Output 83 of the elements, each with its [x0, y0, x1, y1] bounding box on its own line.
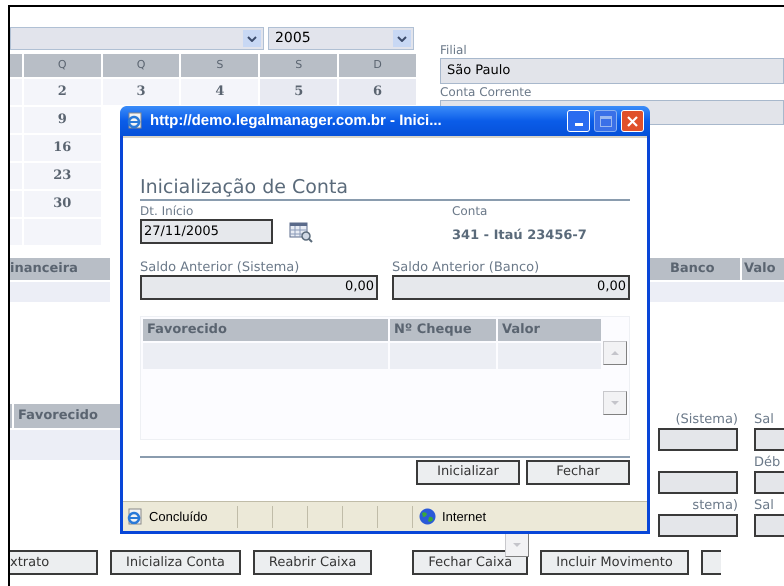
- scroll-up-button[interactable]: [603, 340, 627, 364]
- field-label: Sal: [754, 412, 774, 427]
- maximize-icon: [600, 116, 612, 126]
- balance-field[interactable]: [658, 471, 738, 494]
- calendar-day[interactable]: 9: [24, 107, 101, 133]
- select-value: 2005: [275, 29, 311, 48]
- weekday-header: S: [181, 54, 258, 77]
- dialog-button[interactable]: Inicializar: [416, 460, 520, 484]
- close-icon: [627, 116, 638, 126]
- zone-text: Internet: [442, 508, 486, 526]
- calendar-cell: [10, 107, 22, 133]
- triangle-up-icon: [610, 350, 620, 356]
- column-header: Nº Cheque: [390, 318, 496, 340]
- globe-icon: [419, 508, 436, 525]
- minimize-icon: [574, 123, 582, 126]
- column-header: Valo: [742, 258, 784, 280]
- account-value: 341 - Itaú 23456-7: [452, 227, 587, 245]
- weekday-header: S: [260, 54, 338, 77]
- calendar-day[interactable]: 2: [24, 79, 101, 105]
- balance-field[interactable]: 0,00: [392, 274, 630, 300]
- weekday-header: Q: [102, 54, 180, 77]
- calendar-day[interactable]: 16: [24, 135, 101, 161]
- browser-icon: [126, 112, 144, 130]
- calendar-cell: [10, 191, 22, 217]
- column-header: Favorecido: [143, 318, 388, 340]
- balance-field[interactable]: [754, 471, 784, 494]
- browser-icon: [126, 508, 144, 526]
- calendar-day[interactable]: 4: [181, 79, 258, 105]
- balance-field[interactable]: [658, 428, 738, 451]
- action-button[interactable]: Incluir Movimento: [540, 550, 689, 575]
- field-label: Saldo Anterior (Sistema): [140, 260, 300, 274]
- close-button[interactable]: [621, 110, 644, 132]
- weekday-header: Q: [24, 54, 101, 77]
- field-label: Déb: [754, 455, 780, 470]
- triangle-down-icon: [610, 400, 620, 406]
- status-text: Concluído: [149, 508, 209, 526]
- field-label: Dt. Início: [140, 204, 194, 218]
- field-label: stema): [692, 498, 738, 514]
- calendar-day[interactable]: 5: [260, 79, 338, 105]
- weekday-header: D: [339, 54, 416, 77]
- column-header: Favorecido: [14, 404, 120, 428]
- calendar-day[interactable]: 23: [24, 163, 101, 189]
- scroll-down-button[interactable]: [603, 390, 627, 414]
- column-header: inanceira: [10, 258, 110, 280]
- balance-field[interactable]: [658, 514, 738, 537]
- dropdown-button[interactable]: [393, 30, 411, 47]
- header-cell: [10, 54, 22, 77]
- minimize-button[interactable]: [567, 110, 590, 132]
- action-button[interactable]: Inicializa Conta: [110, 550, 241, 575]
- column-header: Banco: [648, 258, 740, 280]
- calendar-search-icon[interactable]: [289, 220, 313, 242]
- calendar-cell: [10, 135, 22, 161]
- calendar-day[interactable]: 3: [102, 79, 180, 105]
- scroll-down-button[interactable]: [505, 533, 529, 557]
- dropdown-button[interactable]: [243, 30, 261, 47]
- calendar-day[interactable]: 6: [339, 79, 416, 105]
- field-label: (Sistema): [675, 412, 738, 428]
- triangle-down-icon: [512, 542, 522, 548]
- field-label: Conta Corrente: [440, 85, 532, 100]
- chevron-down-icon: [397, 36, 407, 42]
- action-button[interactable]: Reabrir Caixa: [252, 550, 372, 575]
- dialog-button[interactable]: Fechar: [526, 460, 630, 484]
- calendar-cell: [10, 79, 22, 105]
- chevron-down-icon: [247, 36, 257, 42]
- calendar-cell: [10, 163, 22, 189]
- balance-field[interactable]: [754, 514, 784, 537]
- calendar-cell: [10, 219, 22, 245]
- field-label: Saldo Anterior (Banco): [392, 260, 540, 274]
- action-button[interactable]: xtrato: [10, 550, 98, 575]
- field-label: Sal: [754, 498, 774, 513]
- action-button[interactable]: [700, 550, 721, 575]
- calendar-day[interactable]: 30: [24, 191, 101, 217]
- action-button[interactable]: Fechar Caixa: [412, 550, 528, 575]
- window-title: http://demo.legalmanager.com.br - Inici...: [150, 110, 442, 131]
- column-header: Valor: [498, 318, 601, 340]
- branch-select[interactable]: São Paulo: [440, 58, 784, 84]
- field-label: Conta: [452, 204, 488, 218]
- field-label: Filial: [440, 43, 468, 58]
- date-field[interactable]: 27/11/2005: [140, 219, 273, 244]
- balance-field[interactable]: 0,00: [140, 274, 378, 300]
- year-select[interactable]: 2005: [268, 27, 414, 50]
- balance-field[interactable]: [754, 428, 784, 451]
- dialog-heading: Inicialização de Conta: [140, 176, 630, 201]
